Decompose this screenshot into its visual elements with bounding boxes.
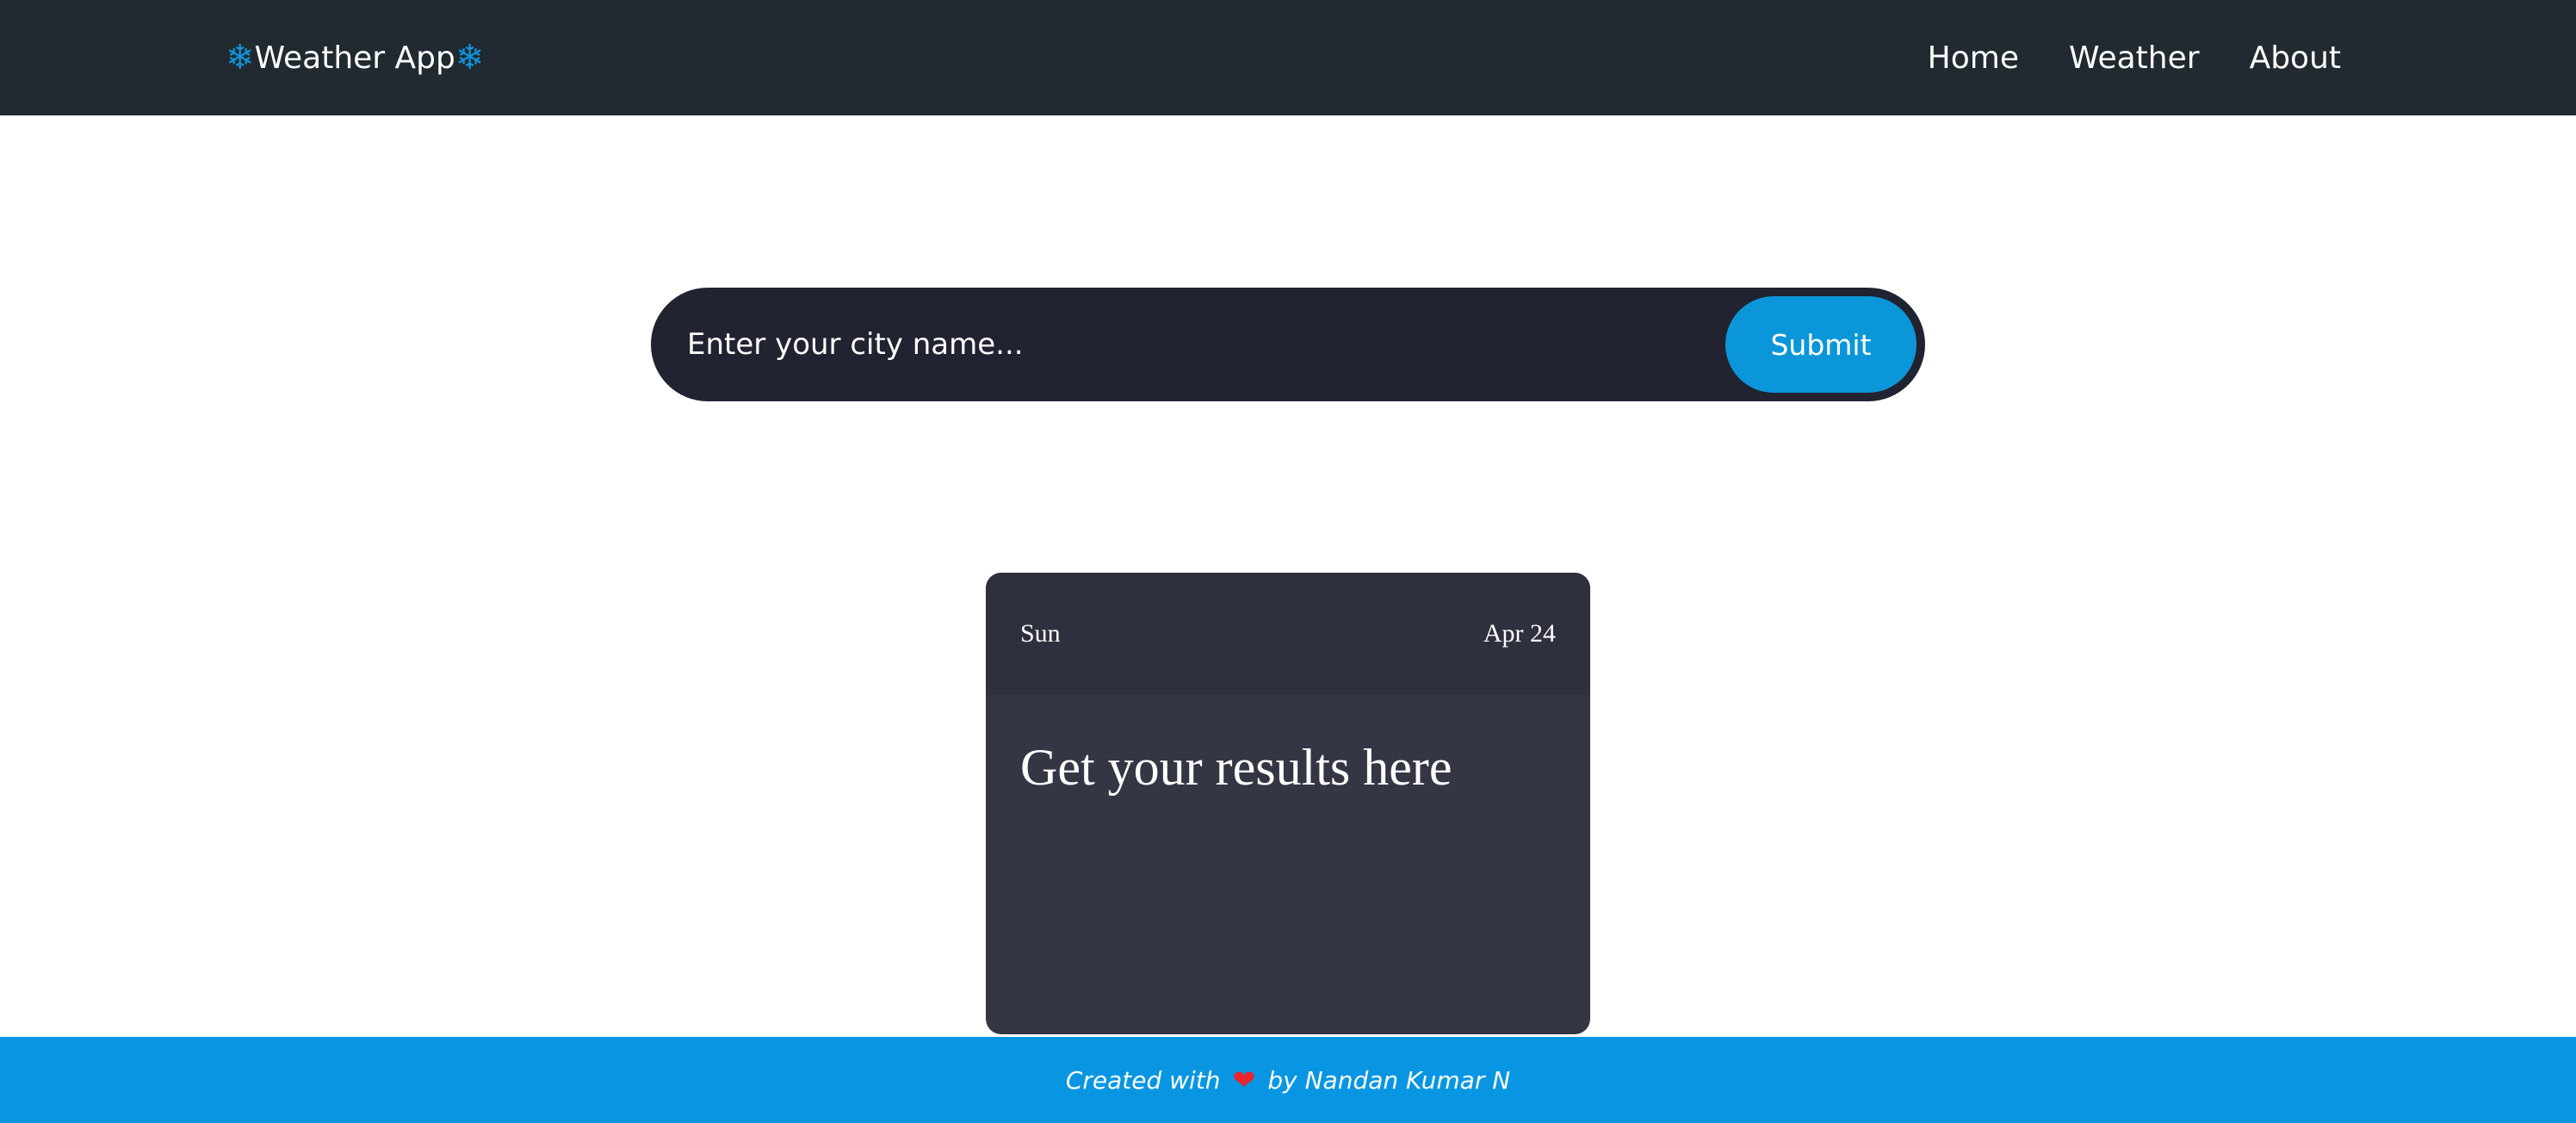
brand[interactable]: ❄ Weather App ❄	[226, 0, 484, 115]
nav-link-home[interactable]: Home	[1928, 40, 2019, 76]
brand-title: Weather App	[254, 40, 455, 76]
navbar: ❄ Weather App ❄ Home Weather About	[0, 0, 2576, 115]
nav-link-weather[interactable]: Weather	[2069, 40, 2200, 76]
nav-link-about[interactable]: About	[2250, 40, 2341, 76]
search-form: Submit	[651, 288, 1925, 401]
nav-links: Home Weather About	[1928, 0, 2341, 115]
card-day: Sun	[1020, 619, 1061, 648]
card-body: Get your results here	[986, 695, 1590, 841]
footer-author: by Nandan Kumar N	[1267, 1065, 1511, 1095]
footer: Created with ❤ by Nandan Kumar N	[0, 1037, 2576, 1123]
card-date: Apr 24	[1483, 619, 1556, 648]
city-search-input[interactable]	[685, 288, 1725, 401]
footer-prefix: Created with	[1065, 1065, 1221, 1095]
heart-icon: ❤	[1232, 1064, 1256, 1096]
submit-button[interactable]: Submit	[1725, 296, 1917, 393]
snowflake-icon: ❄	[455, 38, 485, 78]
snowflake-icon: ❄	[226, 38, 255, 78]
card-title: Get your results here	[1020, 739, 1452, 796]
weather-card: Sun Apr 24 Get your results here	[986, 573, 1590, 1034]
card-header: Sun Apr 24	[986, 573, 1590, 695]
